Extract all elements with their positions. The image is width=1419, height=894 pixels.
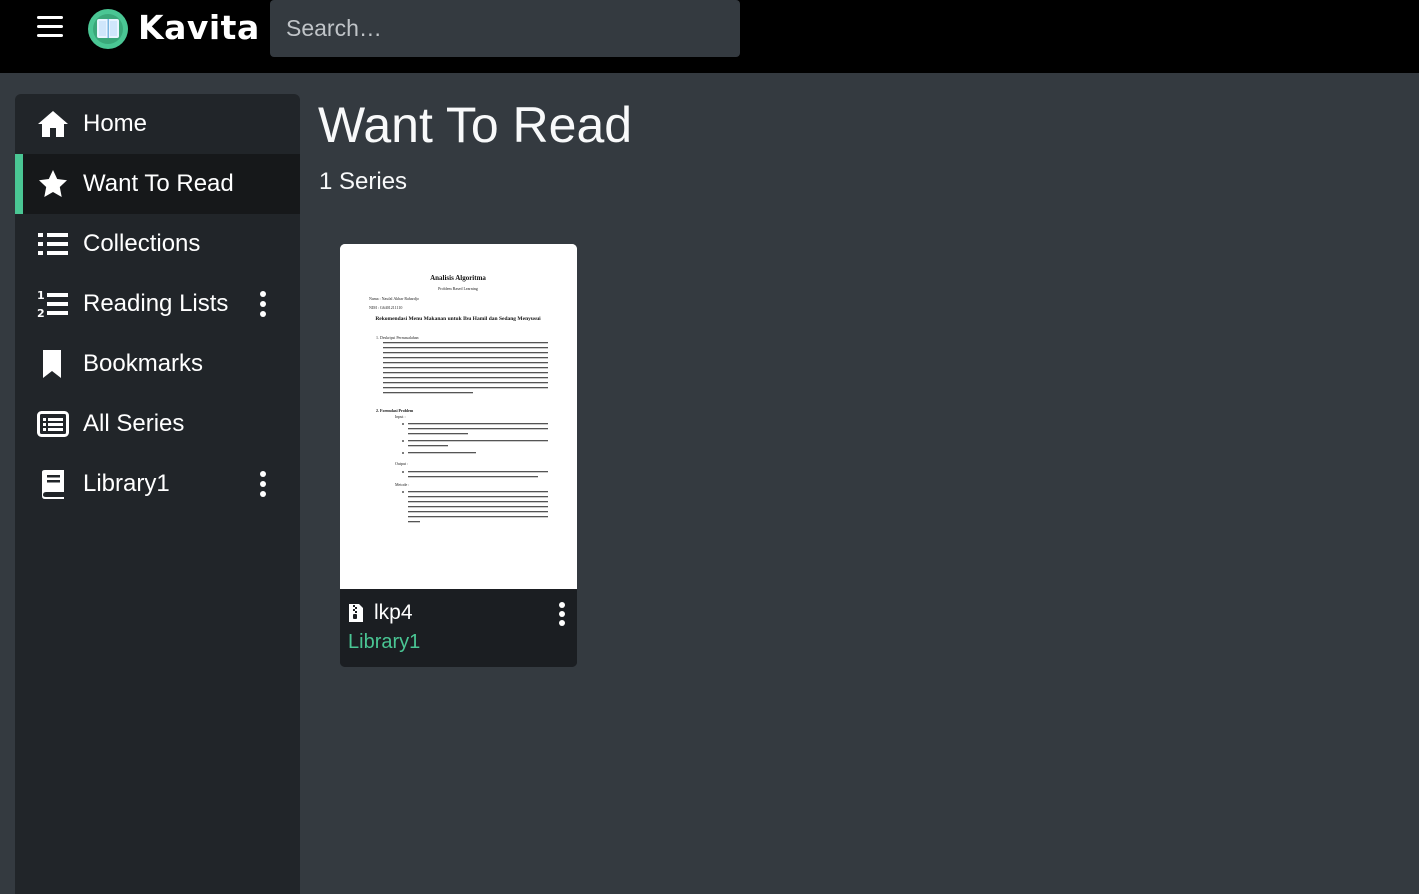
page-title: Want To Read	[318, 97, 633, 153]
star-icon	[39, 170, 67, 197]
series-count: 1 Series	[319, 168, 408, 195]
book-logo-icon[interactable]	[87, 8, 129, 50]
series-title[interactable]: lkp4	[374, 601, 413, 625]
svg-text:Problem Based Learning: Problem Based Learning	[438, 286, 478, 291]
series-library-link[interactable]: Library1	[348, 631, 420, 654]
hamburger-icon[interactable]	[37, 16, 63, 38]
svg-text:Analisis Algoritma: Analisis Algoritma	[430, 274, 486, 282]
search-input[interactable]	[270, 0, 740, 57]
sidebar-item-label: Want To Read	[83, 170, 234, 197]
list-icon	[38, 233, 68, 255]
sidebar-item-label: Collections	[83, 230, 201, 257]
sidebar-item-bookmarks[interactable]: Bookmarks	[15, 334, 300, 394]
svg-text:Rekomendasi Menu Makanan untuk: Rekomendasi Menu Makanan untuk Ibu Hamil…	[375, 316, 541, 322]
sidebar-item-label: Home	[83, 110, 148, 137]
sidebar: Home Want To Read Collections 1 2 Readin…	[15, 94, 300, 894]
svg-text:Output :: Output :	[395, 461, 408, 466]
series-card[interactable]: Analisis Algoritma Problem Based Learnin…	[340, 244, 577, 667]
svg-text:NIM : G6401211110: NIM : G6401211110	[369, 305, 402, 310]
reading-lists-menu-icon[interactable]	[253, 289, 273, 319]
sidebar-item-want-to-read[interactable]: Want To Read	[15, 154, 300, 214]
sidebar-item-label: All Series	[83, 410, 185, 437]
home-icon	[38, 111, 68, 137]
library-menu-icon[interactable]	[253, 469, 273, 499]
svg-text:2: 2	[37, 307, 45, 320]
svg-text:Nama : Naufal Akbar Rahardjo: Nama : Naufal Akbar Rahardjo	[369, 296, 419, 301]
sidebar-item-label: Library1	[83, 470, 170, 497]
sidebar-item-library1[interactable]: Library1	[15, 454, 300, 514]
rectangle-list-icon	[37, 411, 69, 437]
svg-text:2. Formulasi Problem: 2. Formulasi Problem	[376, 408, 414, 413]
ordered-list-icon: 1 2	[37, 289, 68, 320]
series-card-footer: lkp4 Library1	[340, 589, 577, 667]
book-icon	[42, 470, 64, 499]
series-cover-image[interactable]: Analisis Algoritma Problem Based Learnin…	[340, 244, 577, 589]
sidebar-item-reading-lists[interactable]: 1 2 Reading Lists	[15, 274, 300, 334]
svg-text:Metode :: Metode :	[395, 482, 409, 487]
file-zip-icon	[349, 604, 363, 622]
brand-name[interactable]: Kavita	[138, 6, 260, 50]
bookmark-icon	[43, 350, 61, 378]
svg-text:1: 1	[37, 289, 45, 302]
sidebar-item-all-series[interactable]: All Series	[15, 394, 300, 454]
sidebar-item-collections[interactable]: Collections	[15, 214, 300, 274]
sidebar-item-label: Reading Lists	[83, 290, 229, 317]
svg-text:Input :: Input :	[395, 414, 406, 419]
series-card-menu-icon[interactable]	[552, 601, 572, 627]
sidebar-item-label: Bookmarks	[83, 350, 204, 377]
svg-text:1. Deskripsi Permasalahan: 1. Deskripsi Permasalahan	[376, 335, 419, 340]
top-navbar: Kavita	[0, 0, 1419, 73]
sidebar-item-home[interactable]: Home	[15, 94, 300, 154]
